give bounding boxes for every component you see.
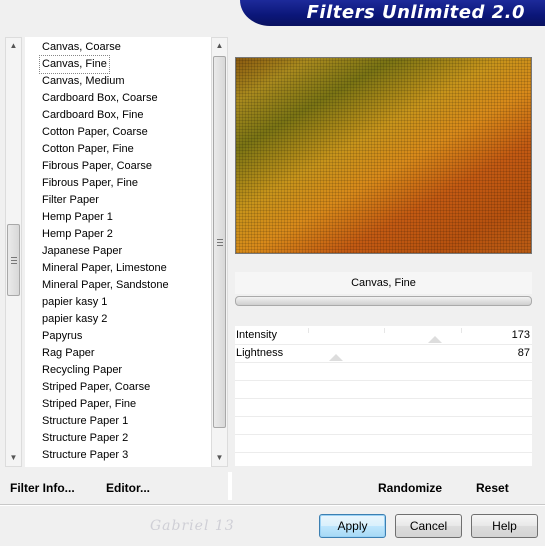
param-row-lightness[interactable]: Lightness 87	[235, 345, 532, 362]
cancel-button[interactable]: Cancel	[395, 514, 462, 538]
title-banner: Filters Unlimited 2.0	[240, 0, 545, 26]
filter-item[interactable]: Cardboard Box, Fine	[40, 107, 146, 124]
filter-item[interactable]: Structure Paper 3	[40, 447, 130, 464]
filter-item[interactable]: Hemp Paper 1	[40, 209, 115, 226]
filter-item[interactable]: Fibrous Paper, Coarse	[40, 158, 154, 175]
filter-item[interactable]: Fibrous Paper, Fine	[40, 175, 140, 192]
app-title: Filters Unlimited 2.0	[306, 2, 525, 23]
filter-item[interactable]: Striped Paper, Fine	[40, 396, 138, 413]
filter-item[interactable]: Japanese Paper	[40, 243, 124, 260]
bottom-bar-separator	[228, 472, 232, 500]
intensity-slider-handle[interactable]	[428, 336, 442, 343]
param-value: 173	[511, 329, 530, 341]
filter-item[interactable]: Hemp Paper 2	[40, 226, 115, 243]
filter-list[interactable]: Canvas, Coarse Canvas, Fine Canvas, Medi…	[25, 37, 212, 467]
scroll-up-arrow-icon[interactable]: ▲	[212, 38, 227, 54]
randomize-button[interactable]: Randomize	[378, 481, 442, 495]
filter-item[interactable]: Rag Paper	[40, 345, 97, 362]
filter-item[interactable]: Canvas, Medium	[40, 73, 127, 90]
filter-item[interactable]: papier kasy 2	[40, 311, 109, 328]
filter-item[interactable]: Striped Paper, Coarse	[40, 379, 152, 396]
parameter-area: Intensity 173 Lightness 87	[235, 326, 532, 466]
lightness-slider-handle[interactable]	[329, 354, 343, 361]
filter-item[interactable]: Cotton Paper, Coarse	[40, 124, 150, 141]
param-row-intensity[interactable]: Intensity 173	[235, 327, 532, 344]
filter-item[interactable]: Mineral Paper, Sandstone	[40, 277, 171, 294]
filter-item-selected[interactable]: Canvas, Fine	[39, 55, 110, 74]
divider	[0, 504, 545, 506]
filter-item[interactable]: Structure Paper 1	[40, 413, 130, 430]
bottom-action-bar	[5, 472, 537, 500]
filter-item[interactable]: Filter Paper	[40, 192, 101, 209]
scroll-down-arrow-icon[interactable]: ▼	[212, 450, 227, 466]
filter-info-button[interactable]: Filter Info...	[10, 481, 75, 495]
editor-button[interactable]: Editor...	[106, 481, 150, 495]
preview-image	[235, 57, 532, 254]
filter-list-scroll-thumb[interactable]	[213, 56, 226, 428]
filter-item[interactable]: Cotton Paper, Fine	[40, 141, 136, 158]
filter-item[interactable]: Mineral Paper, Limestone	[40, 260, 169, 277]
filter-list-scrollbar[interactable]: ▲ ▼	[211, 37, 228, 467]
separator-bar	[235, 296, 532, 306]
filter-item[interactable]: papier kasy 1	[40, 294, 109, 311]
filter-item[interactable]: Recycling Paper	[40, 362, 124, 379]
param-label: Intensity	[236, 329, 277, 341]
reset-button[interactable]: Reset	[476, 481, 509, 495]
category-scroll-thumb[interactable]	[7, 224, 20, 296]
help-button[interactable]: Help	[471, 514, 538, 538]
filter-item[interactable]: Structure Paper 2	[40, 430, 130, 447]
watermark-signature: Gabriel 13	[150, 518, 235, 534]
category-scrollbar[interactable]: ▲ ▼	[5, 37, 22, 467]
filter-item[interactable]: Canvas, Coarse	[40, 39, 123, 56]
scroll-down-arrow-icon[interactable]: ▼	[6, 450, 21, 466]
filter-item[interactable]: Cardboard Box, Coarse	[40, 90, 160, 107]
scroll-up-arrow-icon[interactable]: ▲	[6, 38, 21, 54]
current-filter-name: Canvas, Fine	[235, 272, 532, 294]
apply-button[interactable]: Apply	[319, 514, 386, 538]
param-value: 87	[517, 347, 530, 359]
param-label: Lightness	[236, 347, 284, 359]
filter-item[interactable]: Papyrus	[40, 328, 84, 345]
